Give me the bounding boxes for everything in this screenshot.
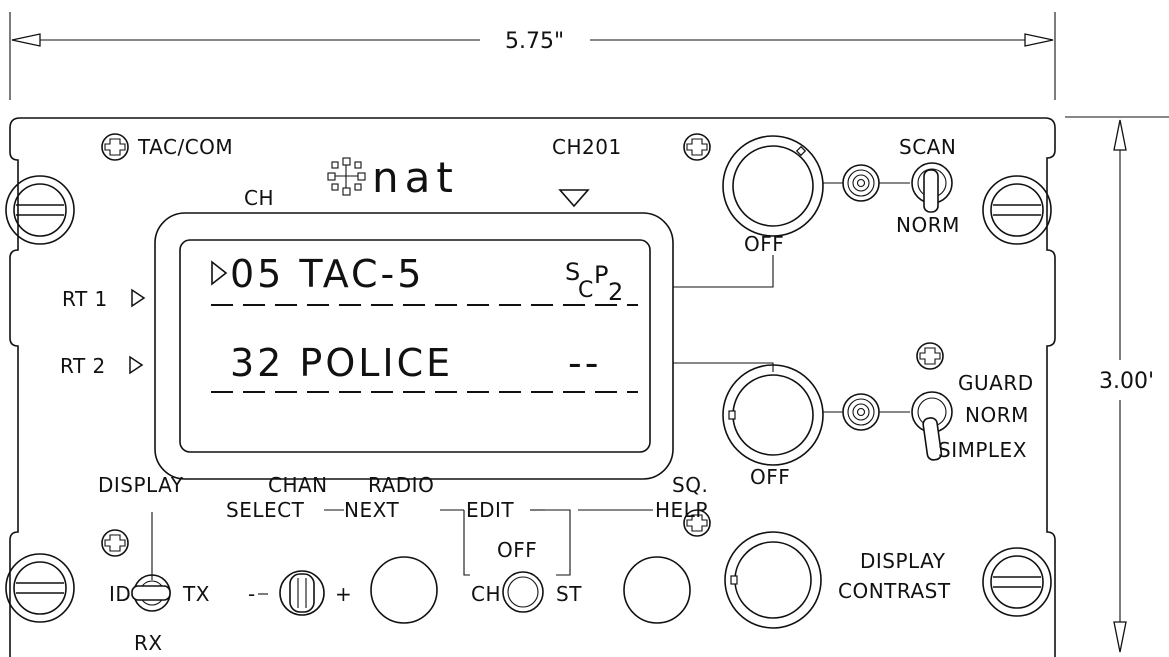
radio-label: RADIO	[368, 473, 434, 497]
status-c: C	[578, 278, 593, 303]
mount-screw-top-left	[5, 175, 75, 245]
logo-text: nat	[372, 153, 459, 202]
scan-norm-toggle[interactable]	[911, 162, 953, 213]
channel-select-rocker[interactable]	[279, 570, 325, 616]
radio-next-button[interactable]	[370, 556, 438, 624]
lcd-display: 05 TAC-5 S C P 2 32 POLICE --	[154, 212, 674, 480]
lcd-row2-channel: 32 POLICE	[230, 341, 453, 385]
norm-mid-label: NORM	[965, 403, 1029, 427]
display-contrast-label-1: DISPLAY	[860, 549, 946, 573]
chan-label: CHAN	[268, 473, 328, 497]
off-top-label: OFF	[744, 232, 784, 256]
simplex-label: SIMPLEX	[938, 438, 1027, 462]
rt1-squelch-knob[interactable]	[842, 164, 880, 202]
tx-label: TX	[182, 582, 210, 606]
rt1-volume-knob[interactable]	[722, 135, 824, 237]
phillips-screw-tac	[101, 133, 129, 161]
st-label: ST	[556, 582, 582, 606]
guard-label: GUARD	[958, 371, 1034, 395]
rt1-arrow-icon	[131, 288, 146, 308]
panel-outline	[9, 117, 1056, 657]
ch201-label: CH201	[552, 135, 622, 159]
lcd-row1-channel: 05 TAC-5	[230, 252, 424, 296]
rt2-squelch-knob[interactable]	[842, 393, 880, 431]
control-panel-drawing: 5.75" 3.00' nat TAC/COM CH CH201 05 TAC-…	[0, 0, 1169, 657]
lcd-row1-status: S C P 2	[565, 258, 623, 306]
row1-cursor-icon	[211, 260, 228, 286]
display-id-tx-rx-toggle[interactable]	[131, 574, 171, 612]
mount-screw-top-right	[982, 175, 1052, 245]
off-small-label: OFF	[497, 538, 537, 562]
phillips-screw-ch201	[683, 133, 711, 161]
edit-rotary-switch[interactable]	[502, 571, 544, 613]
mount-screw-bottom-left	[5, 553, 75, 623]
rt2-arrow-icon	[129, 355, 144, 375]
rt2-label: RT 2	[60, 354, 106, 378]
height-dimension: 3.00'	[1065, 116, 1169, 653]
scan-label: SCAN	[899, 135, 956, 159]
off-mid-label: OFF	[750, 465, 790, 489]
status-p: P	[594, 261, 608, 289]
panel-svg: 5.75" 3.00' nat TAC/COM CH CH201 05 TAC-…	[5, 12, 1169, 657]
rt1-label: RT 1	[62, 287, 108, 311]
rt2-volume-knob[interactable]	[722, 364, 824, 466]
tac-com-label: TAC/COM	[137, 135, 233, 159]
help-label: HELP	[655, 498, 708, 522]
height-label: 3.00'	[1099, 369, 1154, 394]
phillips-screw-display	[101, 529, 129, 557]
nat-logo: nat	[327, 153, 459, 202]
ch-small-label: CH	[471, 582, 501, 606]
display-label: DISPLAY	[98, 473, 184, 497]
select-label: SELECT	[226, 498, 305, 522]
sq-label: SQ.	[672, 473, 708, 497]
width-label: 5.75"	[505, 29, 564, 54]
next-label: NEXT	[344, 498, 399, 522]
display-contrast-knob[interactable]	[724, 531, 822, 629]
rx-label: RX	[134, 631, 163, 655]
ch201-triangle-icon	[558, 189, 590, 208]
ch-label: CH	[244, 186, 274, 210]
mount-screw-bottom-right	[982, 547, 1052, 617]
edit-label: EDIT	[466, 498, 514, 522]
width-dimension: 5.75"	[9, 12, 1056, 100]
status-2: 2	[608, 278, 623, 306]
lcd-row2-status: --	[568, 341, 601, 385]
norm-top-label: NORM	[896, 213, 960, 237]
star-icon	[327, 157, 366, 196]
plus-label: +	[335, 582, 352, 606]
sq-help-button[interactable]	[623, 556, 691, 624]
id-label: ID	[109, 582, 131, 606]
minus-label: -	[248, 582, 256, 606]
phillips-screw-guard	[916, 342, 944, 370]
display-contrast-label-2: CONTRAST	[838, 579, 951, 603]
